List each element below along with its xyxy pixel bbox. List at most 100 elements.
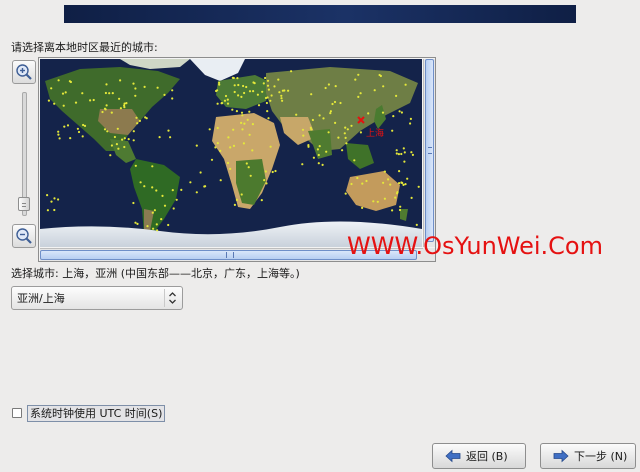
- city-dot[interactable]: [69, 137, 72, 140]
- city-dot[interactable]: [310, 128, 313, 131]
- city-dot[interactable]: [404, 83, 407, 86]
- city-dot[interactable]: [169, 136, 172, 139]
- city-dot[interactable]: [333, 100, 337, 104]
- city-dot[interactable]: [189, 181, 192, 184]
- city-dot[interactable]: [82, 123, 85, 127]
- map-vertical-scrollbar[interactable]: [423, 59, 435, 247]
- city-dot[interactable]: [247, 166, 250, 169]
- city-dot[interactable]: [216, 102, 219, 105]
- city-dot[interactable]: [163, 204, 167, 207]
- city-dot[interactable]: [171, 189, 174, 192]
- city-dot[interactable]: [329, 112, 332, 115]
- city-dot[interactable]: [68, 80, 71, 83]
- city-dot[interactable]: [101, 110, 104, 114]
- city-dot[interactable]: [172, 207, 175, 210]
- city-dot[interactable]: [356, 176, 359, 180]
- city-dot[interactable]: [302, 134, 305, 137]
- city-dot[interactable]: [127, 138, 130, 141]
- city-dot[interactable]: [353, 159, 356, 162]
- city-dot[interactable]: [77, 130, 81, 134]
- city-dot[interactable]: [240, 121, 243, 124]
- city-dot[interactable]: [235, 110, 238, 113]
- city-dot[interactable]: [139, 181, 142, 184]
- city-dot[interactable]: [151, 165, 154, 168]
- city-dot[interactable]: [312, 156, 315, 159]
- city-dot[interactable]: [409, 117, 412, 120]
- city-dot[interactable]: [398, 170, 401, 173]
- city-dot[interactable]: [242, 142, 245, 145]
- city-dot[interactable]: [270, 94, 273, 97]
- city-dot[interactable]: [47, 99, 50, 102]
- city-dot[interactable]: [216, 126, 219, 130]
- city-dot[interactable]: [395, 94, 398, 97]
- city-dot[interactable]: [240, 193, 243, 196]
- city-dot[interactable]: [318, 145, 321, 148]
- city-dot[interactable]: [344, 136, 347, 139]
- city-dot[interactable]: [269, 99, 272, 102]
- city-dot[interactable]: [132, 139, 135, 142]
- city-dot[interactable]: [156, 229, 159, 232]
- city-dot[interactable]: [391, 209, 394, 212]
- city-dot[interactable]: [365, 179, 368, 183]
- city-dot[interactable]: [171, 89, 174, 92]
- city-dot[interactable]: [115, 143, 118, 146]
- city-dot[interactable]: [403, 160, 406, 163]
- city-dot[interactable]: [125, 102, 128, 105]
- city-dot[interactable]: [394, 196, 397, 199]
- city-dot[interactable]: [233, 90, 236, 94]
- city-dot[interactable]: [381, 111, 385, 114]
- city-dot[interactable]: [163, 93, 166, 96]
- city-dot[interactable]: [392, 115, 395, 118]
- city-dot[interactable]: [410, 151, 413, 154]
- city-dot[interactable]: [411, 153, 414, 156]
- city-dot[interactable]: [105, 83, 108, 86]
- city-dot[interactable]: [398, 110, 401, 113]
- city-dot[interactable]: [359, 92, 362, 95]
- city-dot[interactable]: [232, 128, 235, 131]
- city-dot[interactable]: [243, 122, 246, 125]
- city-dot[interactable]: [287, 89, 290, 92]
- city-dot[interactable]: [117, 147, 120, 150]
- city-dot[interactable]: [267, 117, 270, 120]
- city-dot[interactable]: [62, 104, 65, 107]
- world-map[interactable]: 上海: [40, 59, 422, 247]
- city-dot[interactable]: [143, 85, 146, 88]
- city-dot[interactable]: [89, 99, 92, 102]
- city-dot[interactable]: [267, 88, 270, 91]
- city-dot[interactable]: [226, 102, 230, 105]
- city-dot[interactable]: [74, 101, 78, 104]
- city-dot[interactable]: [317, 162, 320, 165]
- city-dot[interactable]: [256, 93, 259, 96]
- city-dot[interactable]: [395, 149, 398, 152]
- city-dot[interactable]: [337, 136, 340, 139]
- city-dot[interactable]: [248, 110, 251, 113]
- city-dot[interactable]: [46, 194, 49, 197]
- city-dot[interactable]: [121, 138, 124, 141]
- city-dot[interactable]: [409, 122, 412, 125]
- city-dot[interactable]: [251, 149, 254, 152]
- utc-checkbox[interactable]: [12, 408, 22, 418]
- city-dot[interactable]: [110, 111, 113, 114]
- city-dot[interactable]: [151, 211, 154, 214]
- city-dot[interactable]: [376, 200, 379, 203]
- city-dot[interactable]: [119, 107, 122, 110]
- city-dot[interactable]: [240, 111, 244, 114]
- city-dot[interactable]: [344, 126, 347, 129]
- city-dot[interactable]: [249, 174, 252, 177]
- city-dot[interactable]: [210, 158, 214, 161]
- city-dot[interactable]: [391, 129, 394, 132]
- city-dot[interactable]: [327, 83, 330, 86]
- city-dot[interactable]: [264, 170, 267, 173]
- city-dot[interactable]: [357, 73, 360, 76]
- city-dot[interactable]: [195, 191, 198, 194]
- city-dot[interactable]: [417, 185, 420, 188]
- city-dot[interactable]: [398, 182, 401, 185]
- city-dot[interactable]: [367, 112, 370, 115]
- city-dot[interactable]: [161, 194, 164, 197]
- city-dot[interactable]: [103, 128, 107, 131]
- city-dot[interactable]: [215, 89, 218, 93]
- city-dot[interactable]: [144, 116, 147, 119]
- city-dot[interactable]: [321, 163, 324, 166]
- city-dot[interactable]: [111, 92, 114, 95]
- city-dot[interactable]: [208, 128, 211, 131]
